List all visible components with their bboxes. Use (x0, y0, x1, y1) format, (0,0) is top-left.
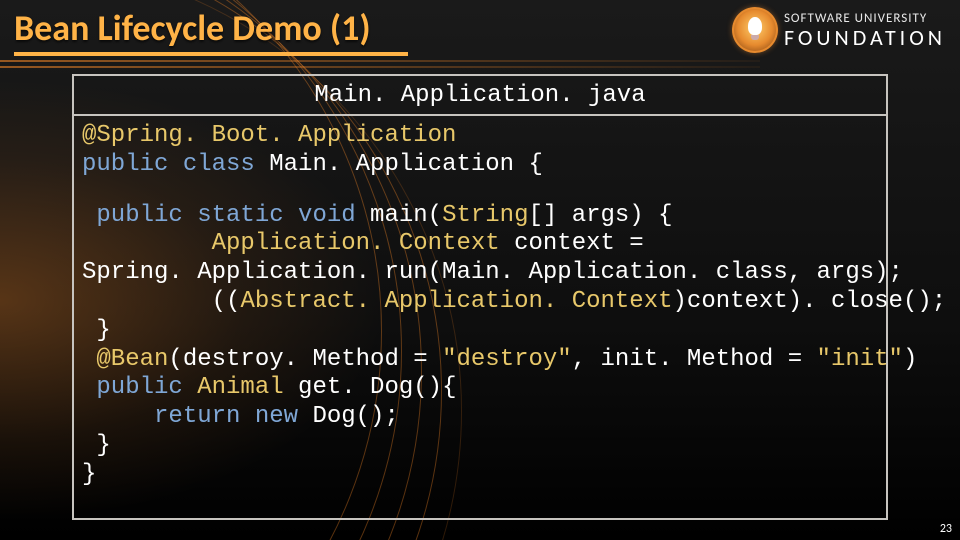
code-text: main( (370, 202, 442, 229)
code-text: public class (82, 151, 269, 178)
code-text: { (528, 151, 542, 178)
code-text: get. Dog(){ (298, 374, 456, 401)
code-text: public static void (82, 202, 370, 229)
logo-top-line: SOFTWARE UNIVERSITY (784, 12, 946, 25)
code-text: } (82, 317, 111, 344)
lightbulb-icon (732, 7, 778, 53)
code-text: public (82, 374, 197, 401)
code-text: String (442, 202, 528, 229)
code-text: } (82, 461, 96, 488)
code-block: @Spring. Boot. Application public class … (74, 116, 886, 490)
code-text: Animal (197, 374, 298, 401)
code-text: context = (514, 230, 658, 257)
code-text: Main. Application (269, 151, 528, 178)
logo-text: SOFTWARE UNIVERSITY FOUNDATION (784, 12, 946, 49)
code-text: @Spring. Boot. Application (82, 122, 456, 149)
code-text: )context). close(); (673, 288, 947, 315)
code-text: (destroy. Method = (168, 346, 442, 373)
code-frame: Main. Application. java @Spring. Boot. A… (72, 74, 888, 520)
logo-bottom-line: FOUNDATION (784, 27, 946, 49)
code-text: Spring. Application. run(Main. Applicati… (82, 259, 903, 286)
page-number: 23 (940, 522, 952, 536)
slide-title: Bean Lifecycle Demo (1) (14, 6, 371, 52)
code-text: ) (903, 346, 917, 373)
file-name-header: Main. Application. java (74, 76, 886, 116)
code-text: Application. Context (82, 230, 514, 257)
code-blank-line (82, 180, 878, 202)
title-underline (14, 52, 408, 56)
slide: Bean Lifecycle Demo (1) SOFTWARE UNIVERS… (0, 0, 960, 540)
code-text: return new (82, 403, 312, 430)
decorative-line (0, 66, 760, 68)
code-text: @Bean (82, 346, 168, 373)
code-text: Dog(); (312, 403, 398, 430)
code-text: } (82, 432, 111, 459)
brand-logo: SOFTWARE UNIVERSITY FOUNDATION (732, 6, 946, 54)
code-text: (( (82, 288, 240, 315)
code-text: Abstract. Application. Context (240, 288, 672, 315)
code-text: "destroy" (442, 346, 572, 373)
code-text: [] args) { (528, 202, 672, 229)
code-text: , init. Method = (572, 346, 817, 373)
code-text: "init" (817, 346, 903, 373)
decorative-line (0, 60, 760, 62)
